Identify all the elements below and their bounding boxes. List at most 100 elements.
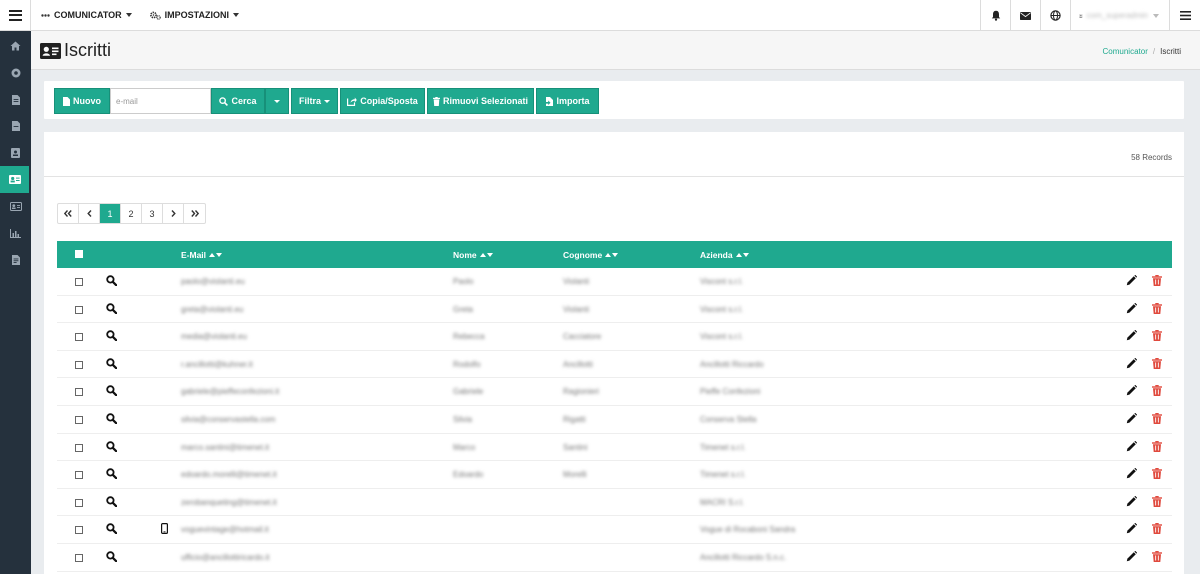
next-page-button[interactable] [163, 204, 184, 223]
sort-icon[interactable] [479, 253, 493, 257]
sidebar-item-home[interactable] [0, 33, 31, 60]
menu-comunicator[interactable]: COMUNICATOR [31, 0, 142, 31]
delete-button[interactable] [1152, 523, 1162, 537]
page-button-2[interactable]: 2 [121, 204, 142, 223]
edit-button[interactable] [1126, 523, 1138, 537]
sidebar-item-dashboard[interactable] [0, 60, 31, 87]
options-menu-button[interactable] [1169, 0, 1200, 31]
delete-button[interactable] [1152, 302, 1162, 317]
messages-button[interactable] [1010, 0, 1040, 31]
row-checkbox[interactable] [75, 360, 83, 369]
view-details-button[interactable] [106, 358, 118, 372]
cell-name: Paolo [453, 277, 474, 286]
bell-icon [991, 10, 1000, 21]
view-details-button[interactable] [106, 496, 118, 510]
view-details-button[interactable] [106, 413, 118, 427]
table-row: voguevintage@hotmail.it Vogue di Rocaboni… [57, 516, 1172, 544]
import-button[interactable]: Importa [536, 88, 599, 114]
column-header-name[interactable]: Nome [453, 250, 493, 260]
edit-button[interactable] [1126, 357, 1138, 372]
language-button[interactable] [1040, 0, 1070, 31]
menu-impostazioni[interactable]: IMPOSTAZIONI [142, 0, 249, 31]
row-checkbox[interactable] [75, 388, 83, 397]
table-row: zerobanqueting@timenet.it MACRI S.r.l. [57, 489, 1172, 517]
cell-surname: Violanti [563, 277, 590, 286]
row-checkbox[interactable] [75, 443, 83, 452]
search-options-dropdown[interactable] [265, 88, 289, 114]
column-header-surname[interactable]: Cognome [563, 250, 619, 260]
sidebar-item-contacts[interactable] [0, 193, 31, 220]
page-button-1[interactable]: 1 [100, 204, 121, 223]
id-card-icon [40, 42, 61, 59]
edit-button[interactable] [1126, 412, 1138, 427]
view-details-button[interactable] [106, 385, 118, 399]
menu-toggle-button[interactable] [0, 0, 31, 31]
row-checkbox[interactable] [75, 278, 83, 286]
first-page-button[interactable] [58, 204, 79, 223]
mobile-phone-icon [161, 523, 169, 537]
edit-button[interactable] [1126, 302, 1138, 317]
row-checkbox[interactable] [75, 471, 83, 480]
view-details-button[interactable] [106, 523, 118, 537]
sidebar-item-reports[interactable] [0, 247, 31, 274]
prev-page-button[interactable] [79, 204, 100, 223]
sidebar-item-subscribers[interactable] [0, 166, 29, 194]
breadcrumb-parent-link[interactable]: Comunicator [1103, 47, 1148, 56]
edit-button[interactable] [1126, 550, 1138, 565]
delete-button[interactable] [1152, 413, 1162, 427]
edit-button[interactable] [1126, 467, 1138, 482]
delete-button[interactable] [1152, 468, 1162, 482]
delete-button[interactable] [1152, 385, 1162, 399]
cell-email: gabriele@pieffeconfezioni.it [181, 387, 280, 397]
trash-icon [1152, 468, 1162, 480]
delete-button[interactable] [1152, 330, 1162, 344]
new-file-icon [63, 96, 70, 106]
view-details-button[interactable] [106, 468, 118, 482]
page-button-3[interactable]: 3 [142, 204, 163, 223]
edit-button[interactable] [1126, 329, 1138, 344]
delete-button[interactable] [1152, 495, 1162, 510]
sort-icon[interactable] [604, 253, 619, 257]
column-header-company[interactable]: Azienda [700, 250, 749, 260]
edit-button[interactable] [1126, 385, 1138, 399]
row-checkbox[interactable] [75, 305, 83, 314]
delete-button[interactable] [1152, 440, 1162, 455]
edit-button[interactable] [1126, 495, 1138, 510]
copy-move-button[interactable]: Copia/Sposta [340, 88, 425, 114]
table-row: r.ancillotti@kuhner.it Rodolfo Ancillotti A… [57, 351, 1172, 379]
row-checkbox[interactable] [75, 526, 83, 535]
last-page-button[interactable] [184, 204, 205, 223]
view-details-button[interactable] [106, 551, 118, 565]
row-checkbox[interactable] [75, 333, 83, 342]
delete-button[interactable] [1152, 357, 1162, 372]
report-icon [11, 254, 20, 265]
menu-impostazioni-label: IMPOSTAZIONI [164, 10, 230, 20]
row-checkbox[interactable] [75, 554, 83, 562]
remove-selected-button[interactable]: Rimuovi Selezionati [427, 88, 534, 114]
new-button[interactable]: Nuovo [54, 88, 110, 114]
view-details-button[interactable] [106, 302, 118, 317]
search-button[interactable]: Cerca [211, 88, 265, 114]
sort-icon[interactable] [735, 253, 749, 257]
view-details-button[interactable] [106, 440, 118, 455]
edit-button[interactable] [1126, 274, 1138, 289]
sidebar-item-documents[interactable] [0, 86, 31, 113]
sort-icon[interactable] [208, 253, 223, 257]
user-menu[interactable]: com_superadmin [1070, 0, 1169, 31]
row-checkbox[interactable] [75, 498, 83, 507]
select-all-checkbox[interactable] [75, 250, 83, 258]
delete-button[interactable] [1152, 275, 1162, 289]
filter-button[interactable]: Filtra [291, 88, 338, 114]
row-checkbox[interactable] [75, 416, 83, 424]
breadcrumb-current: Iscritti [1160, 47, 1181, 56]
sidebar-item-statistics[interactable] [0, 220, 31, 247]
email-search-input[interactable] [110, 88, 211, 114]
view-details-button[interactable] [106, 275, 118, 289]
view-details-button[interactable] [106, 330, 118, 344]
delete-button[interactable] [1152, 551, 1162, 565]
notifications-button[interactable] [980, 0, 1010, 31]
sidebar-item-templates[interactable] [0, 113, 31, 140]
column-header-email[interactable]: E-Mail [181, 250, 223, 260]
edit-button[interactable] [1126, 440, 1138, 455]
sidebar-item-lists[interactable] [0, 140, 31, 167]
